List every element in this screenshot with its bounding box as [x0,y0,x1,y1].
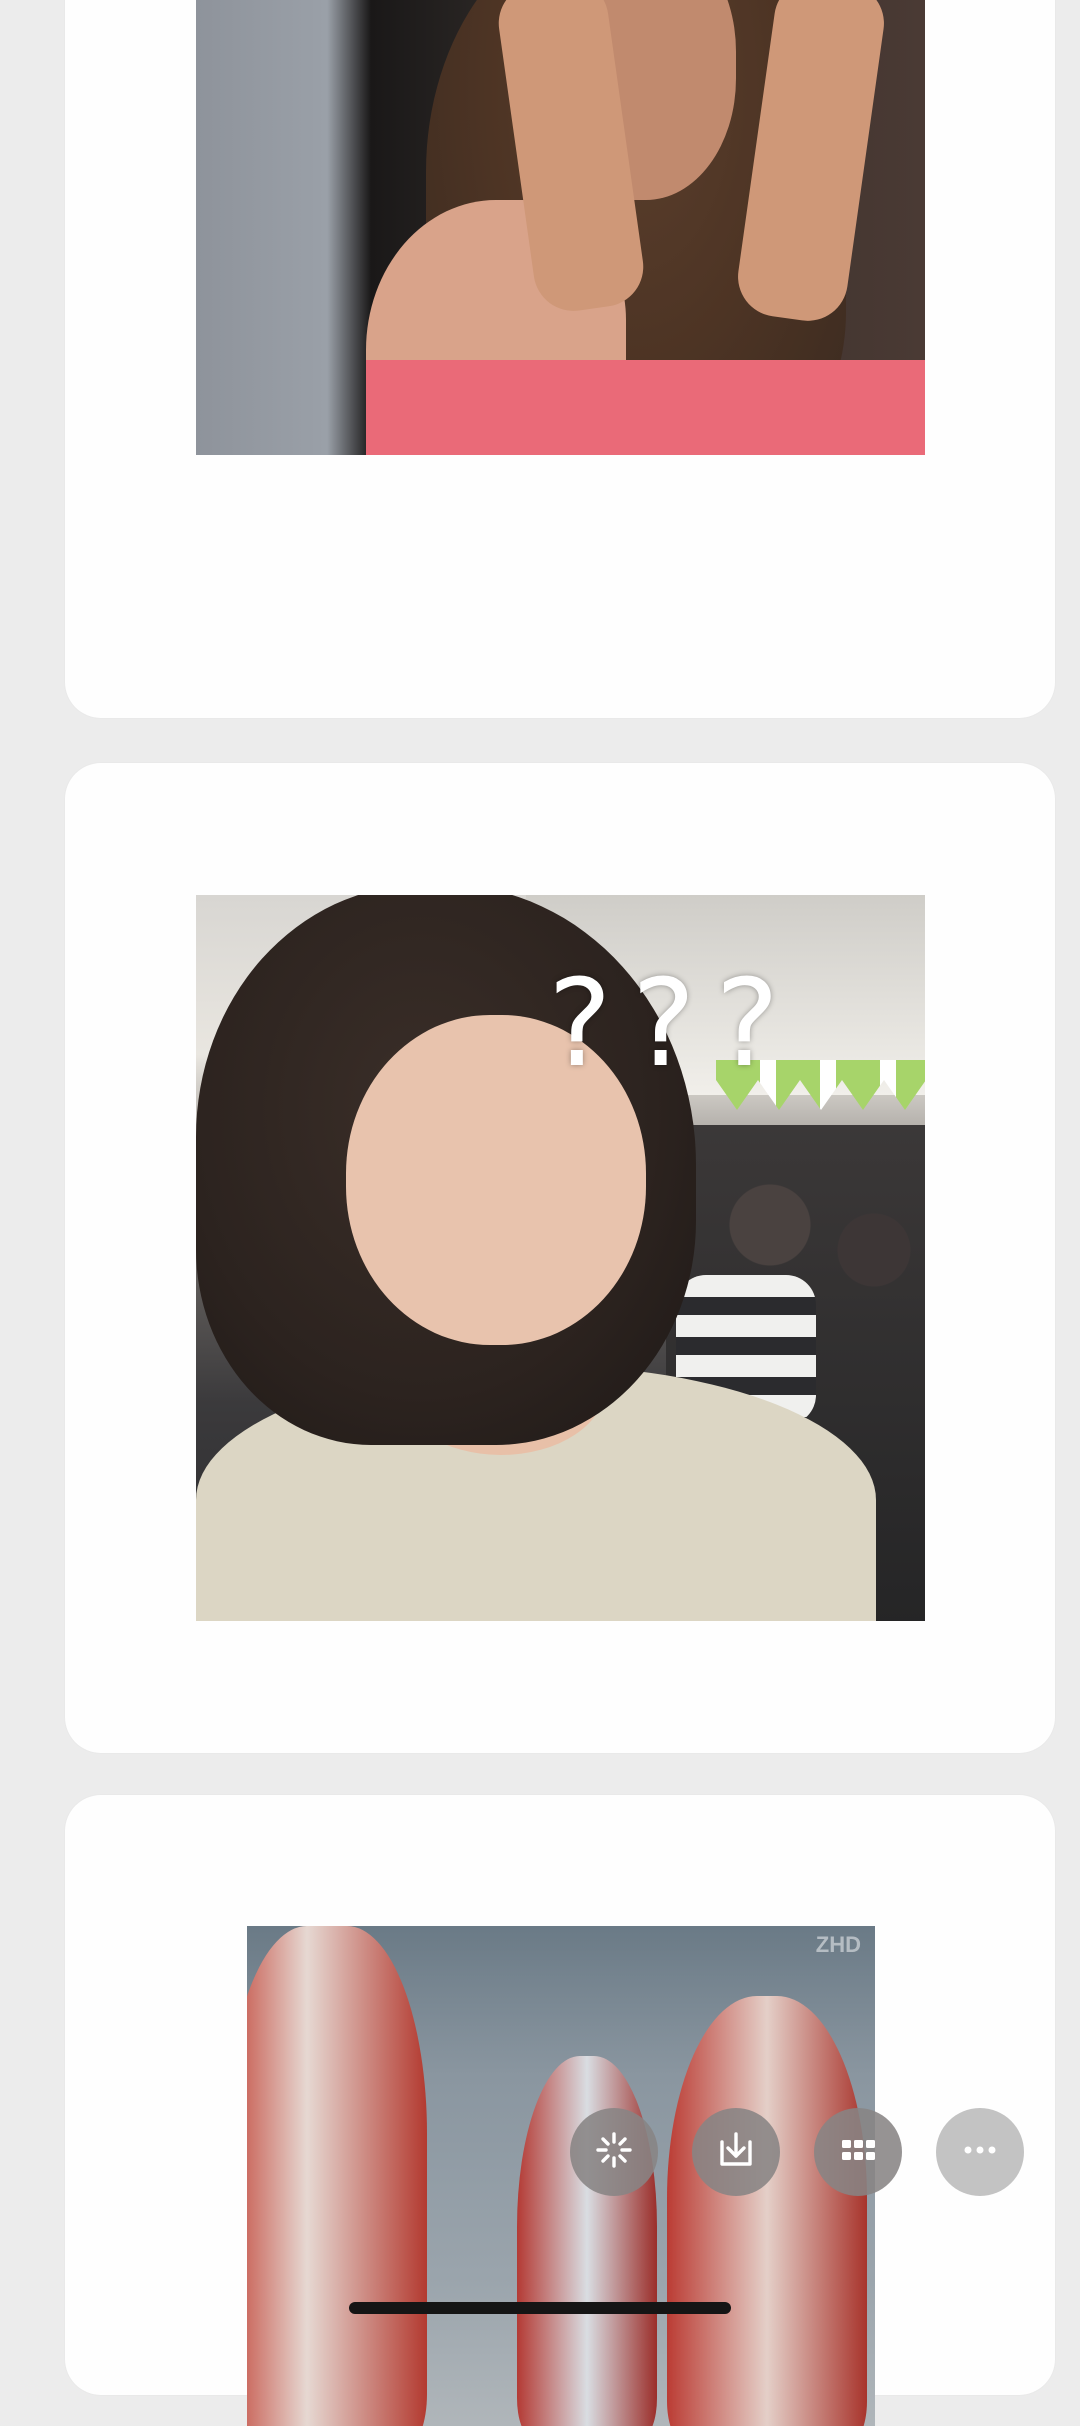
more-button[interactable] [936,2108,1024,2196]
apps-grid-button[interactable] [814,2108,902,2196]
download-icon [714,2128,758,2177]
image-watermark: ZHD [815,1932,861,1957]
sparkle-icon [592,2128,636,2177]
question-marks-caption: ??? [548,955,800,1094]
download-button[interactable] [692,2108,780,2196]
sticker-card-1[interactable] [65,0,1055,718]
sparkle-button[interactable] [570,2108,658,2196]
home-indicator[interactable] [349,2302,731,2314]
sticker-card-2[interactable]: ??? [65,763,1055,1753]
more-icon [958,2128,1002,2177]
meme-image-child[interactable]: ??? [196,895,925,1621]
meme-image-woman[interactable] [196,0,925,455]
grid-icon [836,2128,880,2177]
meme-image-figures[interactable]: ZHD [247,1926,875,2426]
